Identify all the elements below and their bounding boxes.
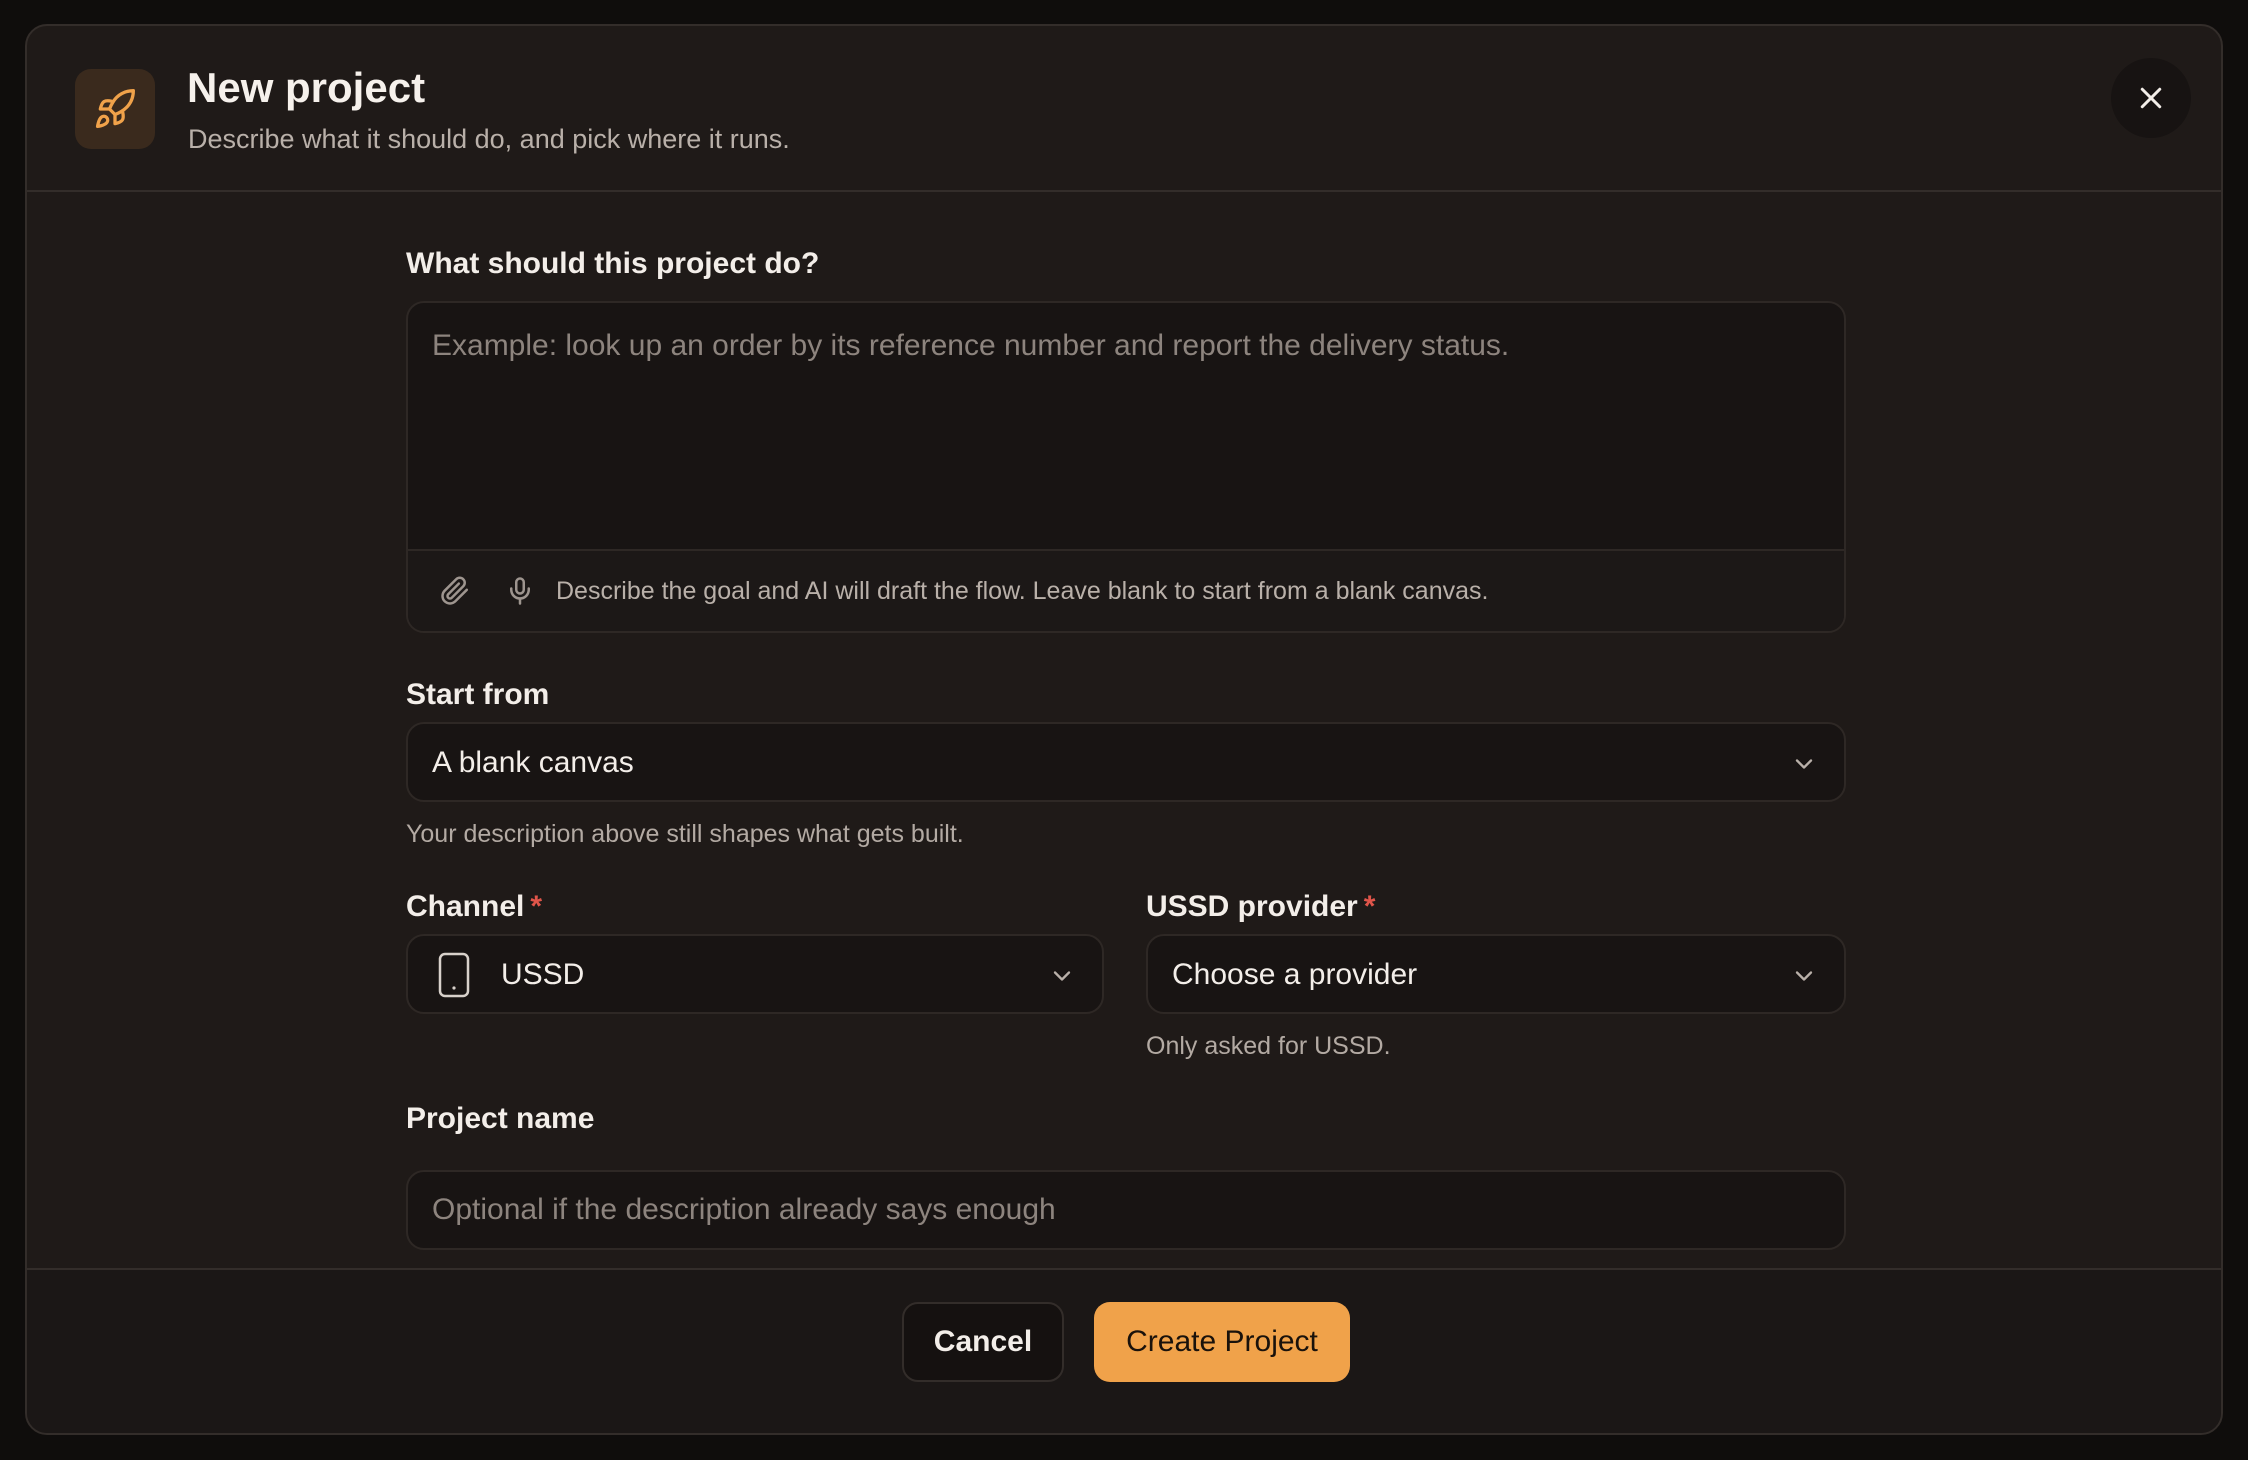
chevron-down-icon [1053, 971, 1071, 981]
dialog-title: New project [187, 64, 426, 111]
paperclip-icon[interactable] [437, 573, 473, 609]
new-project-dialog: New project Describe what it should do, … [25, 24, 2223, 1435]
cancel-button[interactable]: Cancel [902, 1302, 1064, 1382]
ussd-provider-select[interactable]: Choose a provider [1146, 934, 1846, 1014]
start-from-label: Start from [406, 678, 550, 711]
create-project-button[interactable]: Create Project [1094, 1302, 1350, 1382]
project-name-input[interactable] [408, 1172, 1844, 1248]
description-toolbar: Describe the goal and AI will draft the … [408, 549, 1844, 631]
dialog-header: New project Describe what it should do, … [27, 26, 2221, 192]
chevron-down-icon [1795, 971, 1813, 981]
close-icon [2140, 87, 2162, 109]
dialog-body: What should this project do? Describe th [27, 194, 2221, 1270]
required-marker: * [530, 890, 543, 923]
ussd-provider-label: USSD provider * [1146, 890, 1375, 924]
description-field: Describe the goal and AI will draft the … [406, 301, 1846, 633]
channel-value: USSD [501, 958, 585, 991]
dialog-subtitle: Describe what it should do, and pick whe… [188, 124, 790, 154]
project-name-field [406, 1170, 1846, 1250]
dialog-footer: Cancel Create Project [27, 1268, 2221, 1433]
project-name-label: Project name [406, 1102, 595, 1135]
channel-label: Channel * [406, 890, 542, 924]
ussd-provider-value: Choose a provider [1172, 958, 1418, 991]
channel-label-text: Channel [406, 890, 525, 923]
start-from-value: A blank canvas [432, 746, 634, 779]
ussd-provider-helper: Only asked for USSD. [1146, 1032, 1391, 1060]
description-hint: Describe the goal and AI will draft the … [556, 577, 1489, 605]
close-button[interactable] [2111, 58, 2191, 138]
description-label: What should this project do? [406, 247, 820, 280]
channel-select[interactable]: USSD [406, 934, 1104, 1014]
ussd-provider-label-text: USSD provider [1146, 890, 1358, 923]
required-marker: * [1363, 890, 1376, 923]
rocket-icon [75, 69, 155, 149]
start-from-select[interactable]: A blank canvas [406, 722, 1846, 802]
microphone-icon[interactable] [502, 573, 538, 609]
chevron-down-icon [1795, 759, 1813, 769]
start-from-helper: Your description above still shapes what… [406, 820, 964, 848]
mobile-phone-icon [438, 952, 470, 998]
description-textarea[interactable] [408, 303, 1844, 551]
